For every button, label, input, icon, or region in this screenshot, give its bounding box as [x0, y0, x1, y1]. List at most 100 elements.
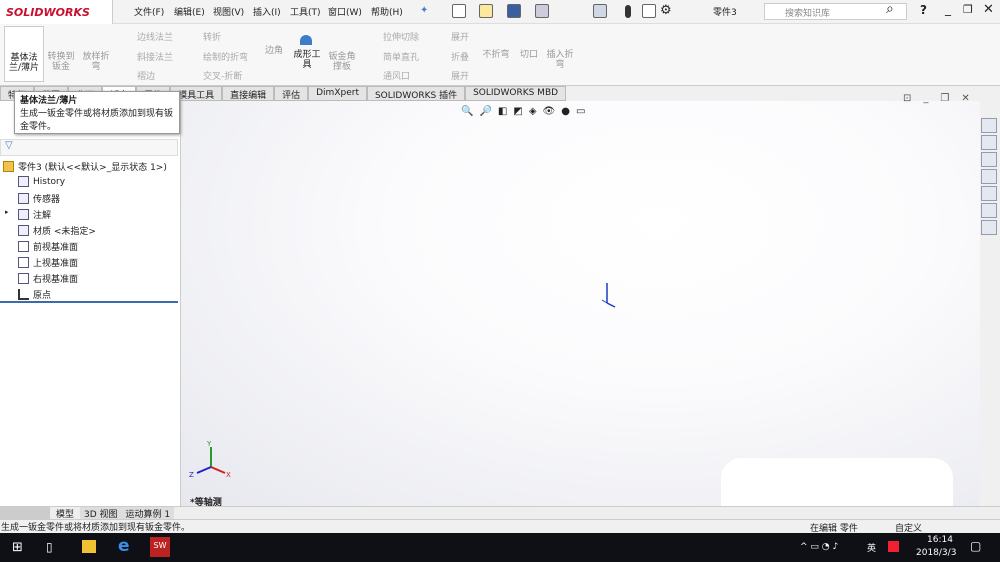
new-file-icon[interactable]: [452, 4, 466, 18]
minimize-icon[interactable]: _: [945, 2, 951, 16]
open-file-icon[interactable]: [479, 4, 493, 18]
tray-icons[interactable]: ^ ▭ ◔ ♪: [800, 542, 838, 552]
clock-time[interactable]: 16:14: [927, 535, 953, 545]
tree-item-material[interactable]: 材质 <未指定>: [18, 224, 96, 237]
tab-evaluate[interactable]: 评估: [274, 86, 309, 101]
tab-dimxpert[interactable]: DimXpert: [308, 86, 367, 101]
zoom-to-fit-icon[interactable]: 🔍: [461, 106, 473, 120]
solidworks-logo[interactable]: SOLIDWORKS: [0, 0, 113, 24]
unfold-button[interactable]: 展开: [451, 30, 469, 43]
hide-show-icon[interactable]: 👁: [543, 106, 556, 120]
file-explorer-icon[interactable]: [981, 152, 997, 167]
ime-indicator[interactable]: 英: [867, 541, 876, 554]
tab-scroll-arrows[interactable]: [0, 507, 50, 519]
pin-icon[interactable]: ✦: [420, 5, 428, 16]
file-properties-icon[interactable]: [642, 4, 656, 18]
tab-3d-views[interactable]: 3D 视图: [80, 507, 122, 520]
axis-y-label: Y: [206, 440, 212, 448]
close-icon[interactable]: ✕: [983, 2, 994, 17]
view-orientation-icon[interactable]: ◩: [513, 106, 522, 120]
base-flange-button[interactable]: 基体法兰/薄片: [4, 26, 44, 82]
convert-to-sheetmetal-button[interactable]: 转换到钣金: [46, 52, 76, 72]
no-bends-button[interactable]: 不折弯: [478, 50, 514, 60]
sketched-bend-button[interactable]: 绘制的折弯: [203, 50, 248, 63]
rip-button[interactable]: 切口: [516, 50, 542, 60]
menu-insert[interactable]: 插入(I): [253, 5, 281, 18]
graphics-area[interactable]: 🔍 🔎 ◧ ◩ ◈ 👁 ● ▭ Y X Z *等轴测: [181, 101, 980, 523]
zoom-area-icon[interactable]: 🔎: [479, 106, 491, 120]
help-icon[interactable]: ?: [920, 3, 927, 17]
tab-direct-editing[interactable]: 直接编辑: [222, 86, 275, 101]
tree-item-annotations[interactable]: 注解: [18, 208, 51, 221]
tab-addins[interactable]: SOLIDWORKS 插件: [366, 86, 466, 101]
menu-file[interactable]: 文件(F): [134, 5, 164, 18]
home-icon[interactable]: [981, 118, 997, 133]
restore-icon[interactable]: ❐: [963, 3, 973, 16]
edge-browser-icon[interactable]: e: [118, 536, 130, 556]
tree-item-history[interactable]: History: [18, 176, 65, 187]
forum-icon[interactable]: [981, 220, 997, 235]
gear-icon[interactable]: ⚙: [660, 3, 672, 18]
fold-button[interactable]: 折叠: [451, 50, 469, 63]
menu-edit[interactable]: 编辑(E): [174, 5, 205, 18]
tree-root-part[interactable]: 零件3 (默认<<默认>_显示状态 1>): [3, 160, 167, 173]
view-palette-icon[interactable]: [981, 169, 997, 184]
extruded-cut-button[interactable]: 拉伸切除: [383, 30, 419, 43]
rebuild-icon[interactable]: [625, 5, 631, 18]
tree-item-sensors[interactable]: 传感器: [18, 192, 60, 205]
cross-break-button[interactable]: 交叉-折断: [203, 69, 242, 82]
tree-item-top-plane[interactable]: 上视基准面: [18, 256, 78, 269]
display-style-icon[interactable]: ◈: [529, 106, 537, 120]
sogou-icon[interactable]: [888, 541, 899, 552]
tab-mbd[interactable]: SOLIDWORKS MBD: [465, 86, 567, 101]
clock-date[interactable]: 2018/3/3: [916, 548, 956, 558]
tab-motion-study[interactable]: 运动算例 1: [121, 507, 175, 520]
menu-help[interactable]: 帮助(H): [371, 5, 403, 18]
appearance-icon[interactable]: ●: [561, 106, 570, 120]
menu-view[interactable]: 视图(V): [213, 5, 244, 18]
task-view-icon[interactable]: ▯: [46, 540, 53, 554]
section-view-icon[interactable]: ◧: [498, 106, 507, 120]
edge-flange-button[interactable]: 边线法兰: [137, 30, 173, 43]
menu-tools[interactable]: 工具(T): [290, 5, 321, 18]
expand-arrow-icon[interactable]: ▸: [5, 208, 9, 216]
label: History: [33, 176, 66, 187]
solidworks-taskbar-icon[interactable]: SW: [150, 537, 170, 557]
hem-button[interactable]: 褶边: [137, 69, 155, 82]
menu-window[interactable]: 窗口(W): [328, 5, 362, 18]
file-explorer-taskbar-icon[interactable]: [82, 540, 96, 553]
lofted-bend-button[interactable]: 放样折弯: [80, 52, 112, 72]
appearances-icon[interactable]: [981, 186, 997, 201]
simple-hole-button[interactable]: 简单直孔: [383, 50, 419, 63]
design-library-icon[interactable]: [981, 135, 997, 150]
doc-close-icon[interactable]: ✕: [961, 93, 969, 104]
tree-item-origin[interactable]: 原点: [18, 288, 51, 301]
tree-item-right-plane[interactable]: 右视基准面: [18, 272, 78, 285]
search-icon[interactable]: ⌕: [886, 1, 894, 17]
rollback-bar[interactable]: [0, 301, 178, 303]
gusset-button[interactable]: 钣金角撑板: [326, 52, 358, 72]
tile-icon[interactable]: ⊡: [903, 93, 911, 104]
tab-model[interactable]: 模型: [50, 507, 80, 520]
tree-item-front-plane[interactable]: 前视基准面: [18, 240, 78, 253]
select-icon[interactable]: [593, 4, 607, 18]
custom-properties-icon[interactable]: [981, 203, 997, 218]
save-icon[interactable]: [507, 4, 521, 18]
forming-tool-button[interactable]: 成形工具: [290, 50, 324, 70]
vent-button[interactable]: 通风口: [383, 69, 410, 82]
notification-icon[interactable]: ▢: [970, 539, 981, 553]
monitor-icon[interactable]: ▭: [576, 106, 585, 120]
filter-bar[interactable]: ▽: [0, 139, 178, 156]
insert-bends-button[interactable]: 插入折弯: [544, 50, 576, 70]
task-pane-tabs: [981, 118, 1000, 243]
jog-button[interactable]: 转折: [203, 30, 221, 43]
miter-flange-button[interactable]: 斜接法兰: [137, 50, 173, 63]
flatten-button[interactable]: 展开: [451, 69, 469, 82]
corners-button[interactable]: 边角: [262, 46, 286, 56]
print-icon[interactable]: [535, 4, 549, 18]
doc-restore-icon[interactable]: ❐: [940, 93, 949, 104]
doc-minimize-icon[interactable]: _: [923, 93, 928, 104]
windows-start-icon[interactable]: ⊞: [12, 540, 23, 555]
windows-taskbar: ⊞ ▯ e SW ^ ▭ ◔ ♪ 英 16:14 2018/3/3 ▢: [0, 533, 1000, 562]
ribbon-toolbar: 基体法兰/薄片 转换到钣金 放样折弯 边线法兰 斜接法兰 褶边 转折 绘制的折弯…: [0, 24, 1000, 86]
